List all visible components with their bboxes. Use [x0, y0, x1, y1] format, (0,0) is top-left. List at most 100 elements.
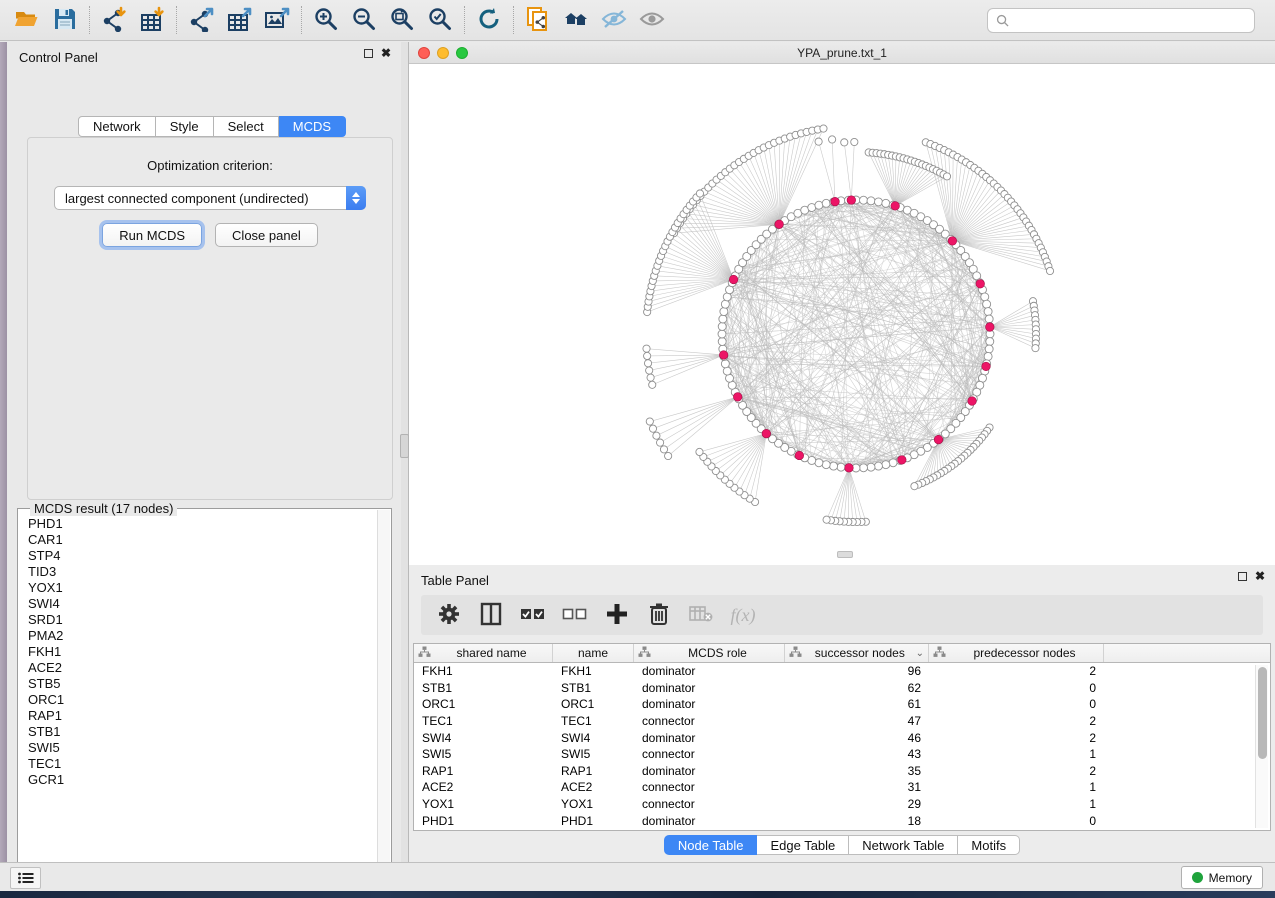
tab-network-table[interactable]: Network Table: [849, 835, 958, 855]
column-header-shared-name[interactable]: shared name: [414, 644, 553, 662]
save-session-button[interactable]: [46, 4, 84, 36]
tab-network[interactable]: Network: [78, 116, 156, 137]
float-table-panel-icon[interactable]: [1238, 572, 1247, 581]
window-zoom-button[interactable]: [456, 47, 468, 59]
table-scrollbar[interactable]: [1255, 665, 1268, 828]
tab-select[interactable]: Select: [214, 116, 279, 137]
mcds-node-item[interactable]: FKH1: [28, 644, 376, 660]
table-row[interactable]: ACE2ACE2connector311: [414, 779, 1270, 796]
mcds-node-item[interactable]: TID3: [28, 564, 376, 580]
column-header-MCDS-role[interactable]: MCDS role: [634, 644, 785, 662]
status-bar: Memory: [0, 862, 1275, 891]
memory-button[interactable]: Memory: [1181, 866, 1263, 889]
search-input[interactable]: [1015, 14, 1246, 28]
delete-column-button[interactable]: [645, 601, 673, 629]
search-box[interactable]: [987, 8, 1255, 33]
table-row[interactable]: ORC1ORC1dominator610: [414, 696, 1270, 713]
add-column-button[interactable]: [603, 601, 631, 629]
task-history-button[interactable]: [10, 867, 41, 889]
export-image-button[interactable]: [258, 4, 296, 36]
table-row[interactable]: PHD1PHD1dominator180: [414, 812, 1270, 829]
mcds-node-item[interactable]: ORC1: [28, 692, 376, 708]
table-row[interactable]: FKH1FKH1dominator962: [414, 663, 1270, 680]
table-cell: dominator: [634, 731, 785, 745]
table-panel-header: Table Panel ✖: [409, 565, 1275, 595]
network-titlebar[interactable]: YPA_prune.txt_1: [409, 42, 1275, 64]
tab-edge-table[interactable]: Edge Table: [757, 835, 849, 855]
mcds-node-item[interactable]: SWI5: [28, 740, 376, 756]
tab-motifs[interactable]: Motifs: [958, 835, 1020, 855]
show-all-icon: [639, 6, 665, 35]
mcds-node-item[interactable]: SWI4: [28, 596, 376, 612]
close-panel-button[interactable]: Close panel: [215, 223, 318, 247]
network-graph[interactable]: [409, 64, 1275, 565]
mcds-result-list[interactable]: PHD1CAR1STP4TID3YOX1SWI4SRD1PMA2FKH1ACE2…: [19, 510, 376, 878]
close-panel-icon[interactable]: ✖: [381, 49, 391, 58]
mcds-node-item[interactable]: TEC1: [28, 756, 376, 772]
zoom-fit-button[interactable]: [383, 4, 421, 36]
mcds-node-item[interactable]: CAR1: [28, 532, 376, 548]
desktop-edge-left: [0, 42, 7, 862]
select-all-rows-button[interactable]: [519, 601, 547, 629]
table-cell: SWI5: [553, 747, 634, 761]
float-panel-icon[interactable]: [364, 49, 373, 58]
deselect-all-rows-button[interactable]: [561, 601, 589, 629]
table-row[interactable]: YOX1YOX1connector291: [414, 796, 1270, 813]
export-network-button[interactable]: [182, 4, 220, 36]
column-header-name[interactable]: name: [553, 644, 634, 662]
open-file-button[interactable]: [8, 4, 46, 36]
table-cell: YOX1: [553, 797, 634, 811]
tab-node-table[interactable]: Node Table: [664, 835, 758, 855]
table-cell: ACE2: [553, 780, 634, 794]
zoom-out-button[interactable]: [345, 4, 383, 36]
zoom-selected-button[interactable]: [421, 4, 459, 36]
export-table-button[interactable]: [220, 4, 258, 36]
column-header-predecessor-nodes[interactable]: predecessor nodes: [929, 644, 1104, 662]
mcds-node-item[interactable]: STP4: [28, 548, 376, 564]
control-panel-tabs: NetworkStyleSelectMCDS: [78, 116, 346, 137]
import-table-button[interactable]: [133, 4, 171, 36]
window-minimize-button[interactable]: [437, 47, 449, 59]
criterion-dropdown[interactable]: largest connected component (undirected): [54, 186, 366, 210]
mcds-node-item[interactable]: STB1: [28, 724, 376, 740]
mcds-list-scrollbar[interactable]: [377, 510, 390, 878]
mcds-node-item[interactable]: ACE2: [28, 660, 376, 676]
zoom-in-button[interactable]: [307, 4, 345, 36]
mcds-node-item[interactable]: RAP1: [28, 708, 376, 724]
mcds-node-item[interactable]: STB5: [28, 676, 376, 692]
delete-table-button: [687, 601, 715, 629]
hide-selected-icon: [601, 6, 627, 35]
table-cell: 1: [929, 797, 1104, 811]
tab-style[interactable]: Style: [156, 116, 214, 137]
table-scrollbar-thumb[interactable]: [1258, 667, 1267, 759]
mcds-node-item[interactable]: GCR1: [28, 772, 376, 788]
tab-mcds[interactable]: MCDS: [279, 116, 346, 137]
memory-label: Memory: [1209, 871, 1252, 885]
network-splitter-handle[interactable]: [837, 551, 853, 558]
hide-selected-button[interactable]: [595, 4, 633, 36]
run-mcds-button[interactable]: Run MCDS: [102, 223, 202, 247]
close-table-panel-icon[interactable]: ✖: [1255, 572, 1265, 581]
column-header-successor-nodes[interactable]: successor nodes⌄: [785, 644, 929, 662]
mcds-node-item[interactable]: SRD1: [28, 612, 376, 628]
table-row[interactable]: TEC1TEC1connector472: [414, 713, 1270, 730]
mcds-node-item[interactable]: PHD1: [28, 516, 376, 532]
panel-splitter-handle[interactable]: [400, 434, 409, 458]
import-network-button[interactable]: [95, 4, 133, 36]
refresh-view-button[interactable]: [470, 4, 508, 36]
window-close-button[interactable]: [418, 47, 430, 59]
table-row[interactable]: SWI5SWI5connector431: [414, 746, 1270, 763]
duplicate-network-button[interactable]: [519, 4, 557, 36]
table-row[interactable]: RAP1RAP1dominator352: [414, 763, 1270, 780]
mcds-node-item[interactable]: YOX1: [28, 580, 376, 596]
deselect-all-rows-icon: [562, 606, 588, 625]
table-row[interactable]: STB1STB1dominator620: [414, 680, 1270, 697]
show-all-button[interactable]: [633, 4, 671, 36]
first-neighbors-button[interactable]: [557, 4, 595, 36]
column-settings-button[interactable]: [435, 601, 463, 629]
table-cell: ORC1: [553, 697, 634, 711]
table-row[interactable]: SWI4SWI4dominator462: [414, 729, 1270, 746]
show-columns-button[interactable]: [477, 601, 505, 629]
sort-caret-icon[interactable]: ⌄: [916, 648, 924, 659]
mcds-node-item[interactable]: PMA2: [28, 628, 376, 644]
